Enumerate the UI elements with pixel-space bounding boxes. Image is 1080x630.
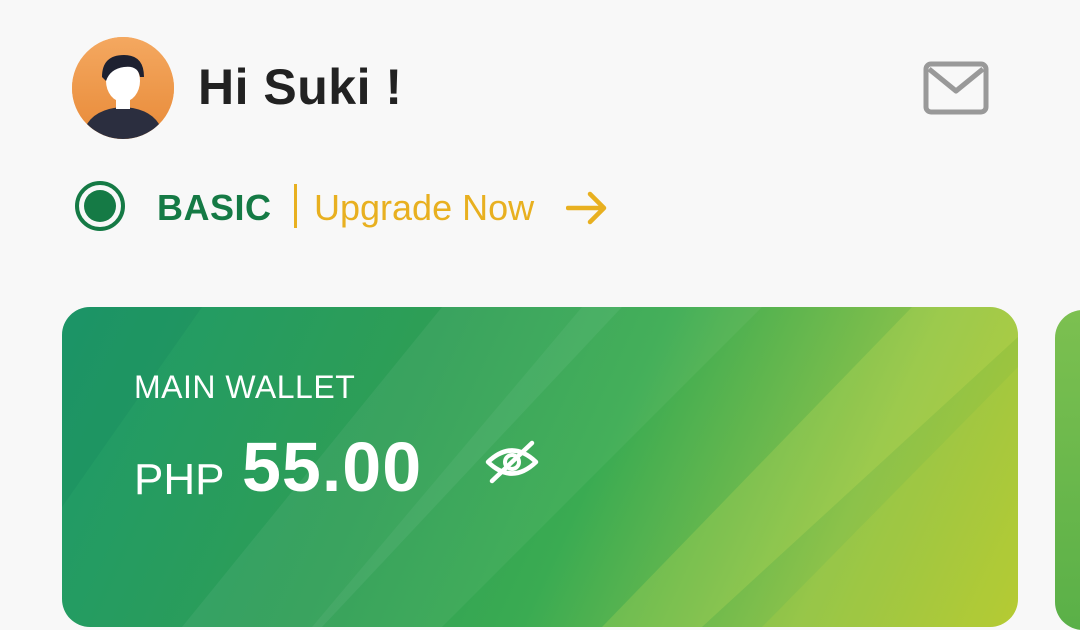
header: Hi Suki ! [0,0,1080,150]
mail-icon [923,61,989,115]
membership-tier-row: BASIC Upgrade Now [72,180,632,236]
divider [294,184,297,228]
eye-off-icon[interactable] [482,435,542,489]
radio-dot-icon [74,180,126,232]
mail-button[interactable] [920,58,992,118]
greeting-text: Hi Suki ! [198,59,403,115]
tier-level-label: BASIC [157,187,272,228]
wallet-label: MAIN WALLET [134,369,356,405]
upgrade-now-link[interactable]: Upgrade Now [314,187,534,229]
next-wallet-card-peek[interactable] [1055,310,1080,630]
wallet-currency: PHP [134,455,225,504]
main-wallet-card[interactable]: MAIN WALLET PHP 55.00 [62,307,1018,627]
avatar-image [72,37,174,139]
arrow-right-icon[interactable] [565,188,610,228]
wallet-balance: 55.00 [242,428,423,506]
avatar[interactable] [72,37,174,139]
